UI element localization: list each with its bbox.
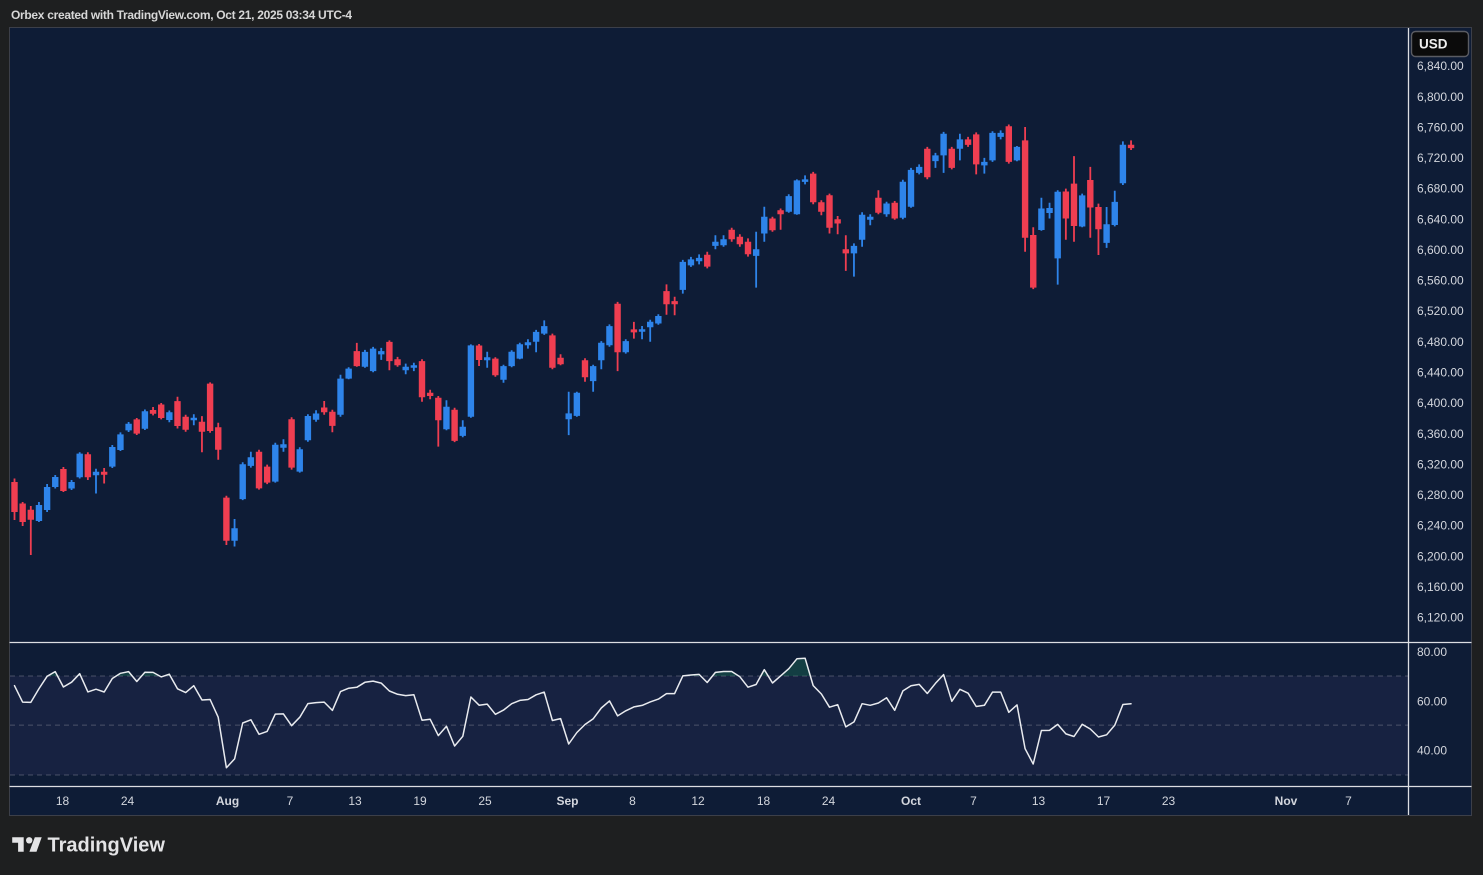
svg-text:23: 23 — [1162, 794, 1176, 808]
svg-text:6,360.00: 6,360.00 — [1417, 427, 1464, 441]
svg-text:60.00: 60.00 — [1417, 694, 1447, 708]
svg-text:25: 25 — [478, 794, 492, 808]
svg-text:6,400.00: 6,400.00 — [1417, 396, 1464, 410]
svg-text:18: 18 — [757, 794, 771, 808]
svg-text:6,560.00: 6,560.00 — [1417, 274, 1464, 288]
svg-text:6,200.00: 6,200.00 — [1417, 549, 1464, 563]
svg-text:Oct: Oct — [901, 794, 921, 808]
svg-text:19: 19 — [413, 794, 427, 808]
svg-text:24: 24 — [822, 794, 836, 808]
svg-text:USD: USD — [1419, 37, 1448, 52]
svg-text:7: 7 — [970, 794, 977, 808]
svg-text:18: 18 — [56, 794, 70, 808]
svg-text:6,840.00: 6,840.00 — [1417, 59, 1464, 73]
svg-text:13: 13 — [1032, 794, 1046, 808]
svg-text:6,680.00: 6,680.00 — [1417, 182, 1464, 196]
svg-text:6,280.00: 6,280.00 — [1417, 488, 1464, 502]
svg-text:7: 7 — [1345, 794, 1352, 808]
svg-text:6,320.00: 6,320.00 — [1417, 457, 1464, 471]
svg-text:6,720.00: 6,720.00 — [1417, 151, 1464, 165]
svg-text:Sep: Sep — [556, 794, 578, 808]
svg-text:Nov: Nov — [1275, 794, 1298, 808]
svg-text:6,520.00: 6,520.00 — [1417, 304, 1464, 318]
svg-text:80.00: 80.00 — [1417, 645, 1447, 659]
svg-text:TradingView: TradingView — [48, 835, 166, 857]
svg-text:6,120.00: 6,120.00 — [1417, 611, 1464, 625]
svg-text:40.00: 40.00 — [1417, 744, 1447, 758]
svg-text:17: 17 — [1097, 794, 1111, 808]
svg-text:6,640.00: 6,640.00 — [1417, 212, 1464, 226]
svg-text:6,760.00: 6,760.00 — [1417, 121, 1464, 135]
svg-text:24: 24 — [121, 794, 135, 808]
svg-text:8: 8 — [629, 794, 636, 808]
svg-text:Aug: Aug — [216, 794, 239, 808]
svg-text:Orbex created with TradingView: Orbex created with TradingView.com, Oct … — [11, 8, 352, 22]
svg-text:13: 13 — [348, 794, 362, 808]
svg-text:6,600.00: 6,600.00 — [1417, 243, 1464, 257]
svg-text:6,240.00: 6,240.00 — [1417, 519, 1464, 533]
svg-text:6,480.00: 6,480.00 — [1417, 335, 1464, 349]
svg-text:7: 7 — [287, 794, 294, 808]
svg-text:6,800.00: 6,800.00 — [1417, 90, 1464, 104]
svg-text:6,160.00: 6,160.00 — [1417, 580, 1464, 594]
svg-text:12: 12 — [691, 794, 705, 808]
svg-text:6,440.00: 6,440.00 — [1417, 366, 1464, 380]
